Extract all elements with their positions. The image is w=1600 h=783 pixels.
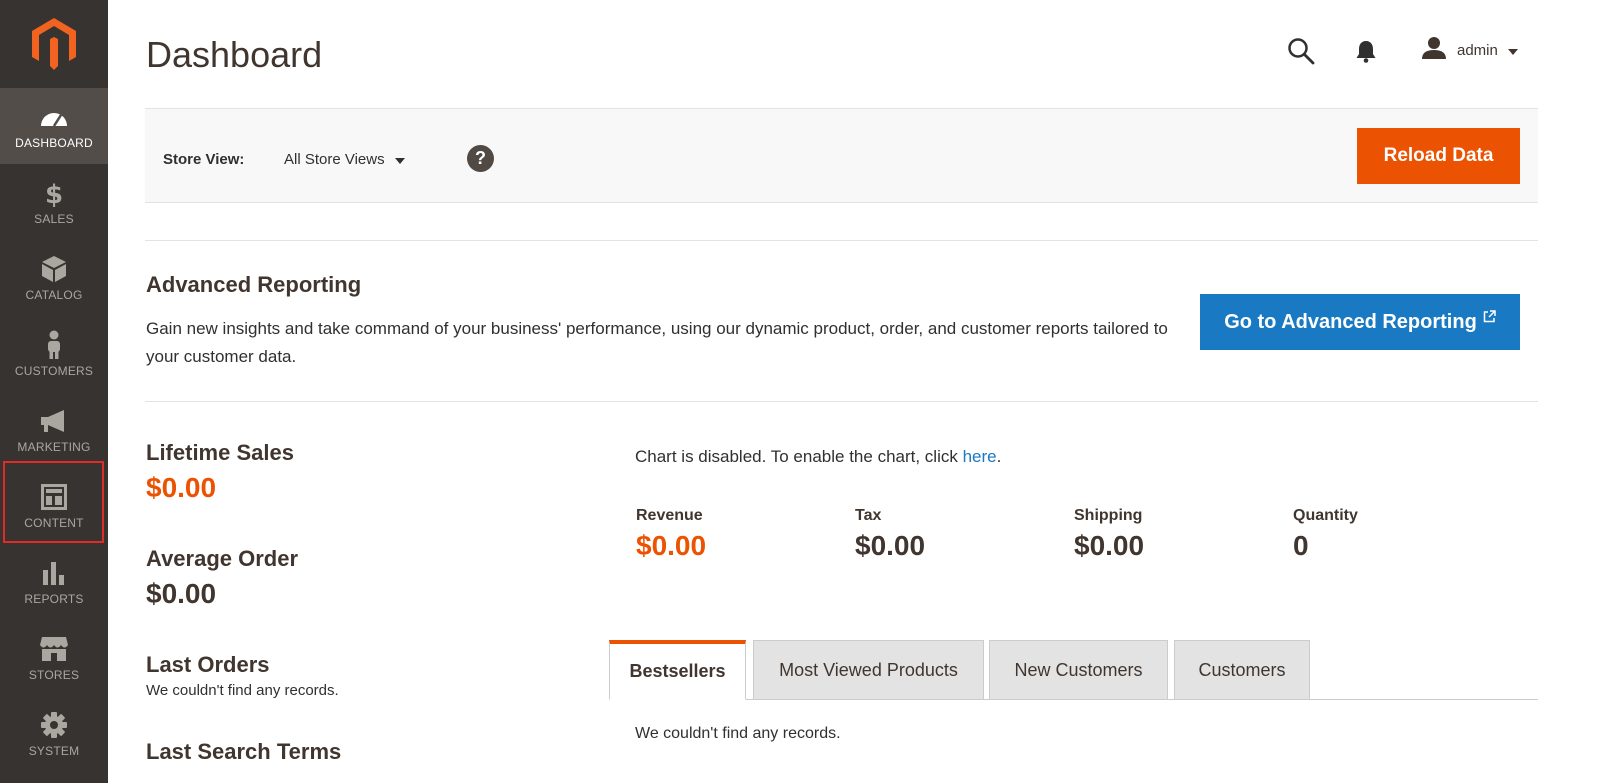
sidebar-item-label: DASHBOARD	[15, 136, 93, 150]
sidebar-item-catalog[interactable]: CATALOG	[0, 240, 108, 316]
last-orders-empty-note: We couldn't find any records.	[146, 682, 339, 699]
tab-customers[interactable]: Customers	[1174, 640, 1310, 700]
sidebar-item-label: STORES	[28, 668, 80, 682]
sidebar-item-label: MARKETING	[17, 440, 91, 454]
average-order-value: $0.00	[146, 578, 217, 609]
shipping-label: Shipping	[1074, 507, 1143, 524]
enable-chart-link[interactable]: here	[963, 447, 997, 466]
box-icon	[39, 254, 69, 284]
reload-data-button[interactable]: Reload Data	[1357, 128, 1520, 184]
help-icon[interactable]: ?	[467, 145, 494, 172]
chart-message-period: .	[996, 447, 1002, 466]
tax-value: $0.00	[855, 530, 926, 561]
page-title: Dashboard	[146, 34, 323, 75]
average-order-label: Average Order	[146, 546, 299, 571]
svg-text:$: $	[45, 180, 63, 207]
store-view-bar: Store View: All Store Views ? Reload Dat…	[145, 108, 1538, 203]
sidebar-item-stores[interactable]: STORES	[0, 620, 108, 696]
tab-most-viewed-products[interactable]: Most Viewed Products	[753, 640, 984, 700]
sidebar-item-reports[interactable]: REPORTS	[0, 544, 108, 620]
search-icon[interactable]	[1287, 37, 1315, 70]
dollar-icon: $	[39, 178, 69, 208]
gear-icon	[39, 710, 69, 740]
tab-empty-note: We couldn't find any records.	[635, 725, 841, 742]
sidebar-item-customers[interactable]: CUSTOMERS	[0, 316, 108, 392]
store-view-select[interactable]: All Store Views	[284, 151, 405, 168]
bar-chart-icon	[39, 558, 69, 588]
lifetime-sales-value: $0.00	[146, 472, 217, 503]
sidebar-item-label: CATALOG	[25, 288, 83, 302]
chevron-down-icon	[394, 151, 405, 168]
advanced-reporting-button-label: Go to Advanced Reporting	[1224, 310, 1477, 333]
admin-user-menu[interactable]: admin	[1421, 36, 1518, 64]
revenue-value: $0.00	[636, 530, 707, 561]
advanced-reporting-title: Advanced Reporting	[146, 272, 362, 297]
lifetime-sales-label: Lifetime Sales	[146, 440, 294, 465]
shipping-value: $0.00	[1074, 530, 1145, 561]
go-to-advanced-reporting-button[interactable]: Go to Advanced Reporting	[1200, 294, 1520, 350]
user-icon	[1421, 36, 1447, 64]
tax-label: Tax	[855, 507, 882, 524]
sidebar-item-marketing[interactable]: MARKETING	[0, 392, 108, 468]
store-view-selected: All Store Views	[284, 151, 385, 168]
advanced-reporting-description: Gain new insights and take command of yo…	[146, 319, 1168, 366]
chart-message-text: Chart is disabled. To enable the chart, …	[635, 447, 963, 466]
revenue-label: Revenue	[636, 507, 703, 524]
section-divider	[145, 401, 1538, 402]
store-view-label: Store View:	[163, 151, 245, 168]
last-orders-label: Last Orders	[146, 652, 270, 677]
sidebar-item-dashboard[interactable]: DASHBOARD	[0, 88, 108, 164]
sidebar-item-system[interactable]: SYSTEM	[0, 696, 108, 772]
chevron-down-icon	[1507, 42, 1518, 59]
last-search-terms-label: Last Search Terms	[146, 739, 342, 764]
person-icon	[39, 330, 69, 360]
megaphone-icon	[39, 406, 69, 436]
store-icon	[39, 634, 69, 664]
admin-sidebar: DASHBOARD $ SALES CATALOG CUSTOMERS MARK…	[0, 0, 108, 783]
sidebar-item-label: CUSTOMERS	[14, 364, 94, 378]
dashboard-icon	[39, 102, 69, 132]
magento-logo[interactable]	[0, 0, 108, 88]
external-link-icon	[1483, 306, 1496, 329]
magento-logo-icon	[32, 18, 76, 70]
sidebar-item-label: REPORTS	[24, 592, 84, 606]
quantity-value: 0	[1293, 530, 1309, 561]
section-divider	[145, 240, 1538, 241]
admin-username: admin	[1457, 41, 1498, 59]
sidebar-item-label: SALES	[34, 212, 74, 226]
content-highlight-box	[3, 461, 104, 543]
sidebar-item-label: SYSTEM	[28, 744, 80, 758]
bell-icon[interactable]	[1355, 39, 1377, 68]
tab-bestsellers[interactable]: Bestsellers	[609, 640, 746, 700]
sidebar-item-sales[interactable]: $ SALES	[0, 164, 108, 240]
chart-disabled-message: Chart is disabled. To enable the chart, …	[635, 447, 1001, 467]
tab-new-customers[interactable]: New Customers	[989, 640, 1168, 700]
quantity-label: Quantity	[1293, 507, 1358, 524]
